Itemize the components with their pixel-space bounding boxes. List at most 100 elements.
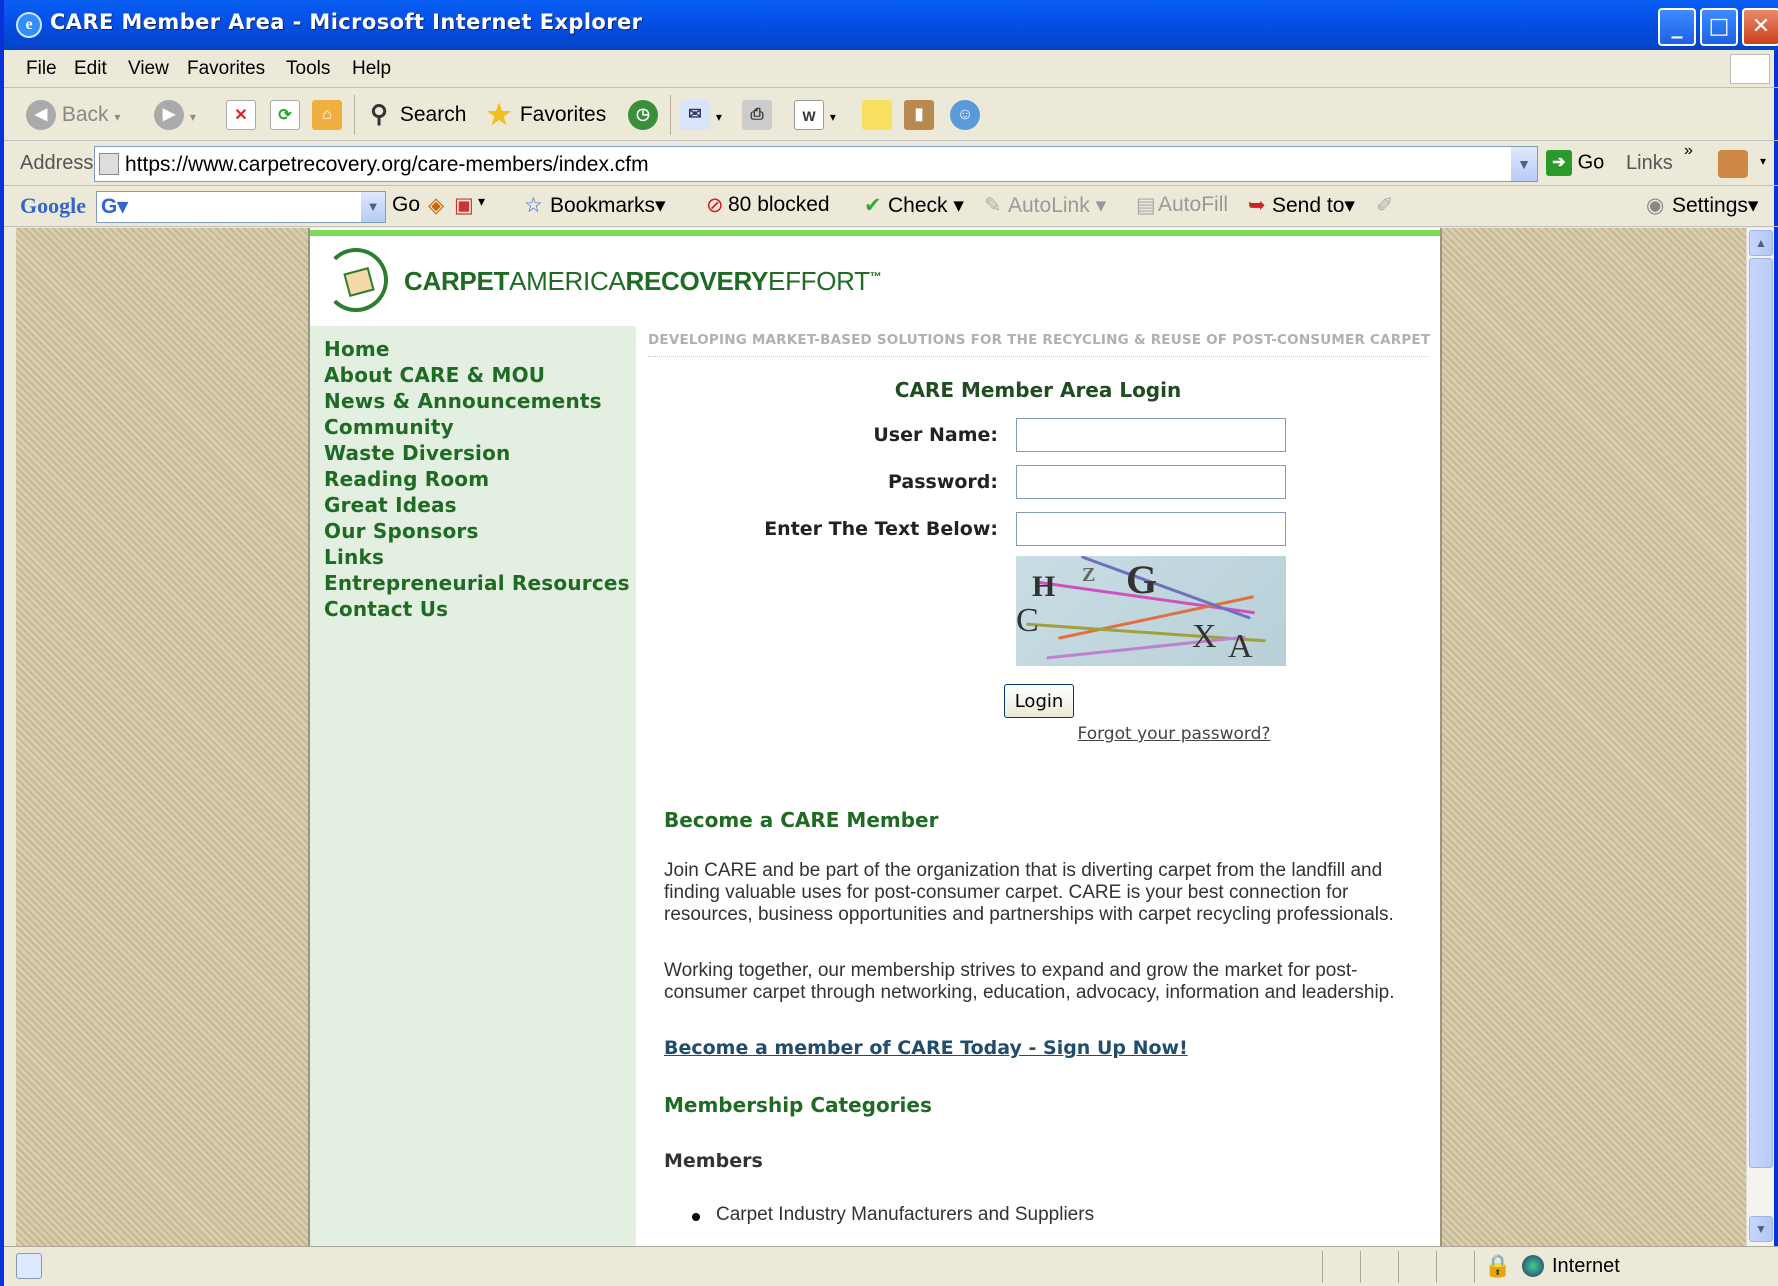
lock-icon[interactable]: 🔒 bbox=[1484, 1253, 1511, 1279]
membership-categories-heading: Membership Categories bbox=[664, 1093, 932, 1117]
address-label: Address bbox=[20, 152, 94, 174]
nav-community[interactable]: Community bbox=[324, 414, 630, 440]
captcha-label: Enter The Text Below: bbox=[764, 518, 998, 540]
print-icon: ⎙ bbox=[742, 100, 772, 131]
autofill-button[interactable]: AutoFill bbox=[1158, 193, 1228, 217]
research-button[interactable]: ▮ bbox=[904, 99, 934, 131]
close-button[interactable]: ✕ bbox=[1742, 8, 1778, 46]
page-icon bbox=[99, 153, 119, 175]
refresh-button[interactable]: ⟳ bbox=[270, 99, 300, 131]
history-icon: ◷ bbox=[628, 100, 658, 131]
nav-sponsors[interactable]: Our Sponsors bbox=[324, 518, 630, 544]
google-g-icon[interactable]: G▾ bbox=[101, 194, 128, 219]
popup-blocked-count[interactable]: 80 blocked bbox=[728, 193, 830, 217]
mail-button[interactable]: ✉ ▾ bbox=[680, 99, 722, 131]
links-label[interactable]: Links bbox=[1626, 152, 1673, 175]
research-icon: ▮ bbox=[904, 100, 934, 131]
print-button[interactable]: ⎙ bbox=[742, 99, 772, 131]
menu-edit[interactable]: Edit bbox=[74, 58, 107, 80]
home-button[interactable]: ⌂ bbox=[312, 99, 342, 131]
zone-label: Internet bbox=[1552, 1255, 1620, 1277]
site-tagline: DEVELOPING MARKET-BASED SOLUTIONS FOR TH… bbox=[648, 332, 1430, 357]
page-viewport: CARPETAMERICARECOVERYEFFORT™ Home About … bbox=[16, 228, 1746, 1246]
google-news-icon[interactable]: ◈ bbox=[428, 193, 444, 218]
captcha-input[interactable] bbox=[1016, 512, 1286, 546]
signup-link[interactable]: Become a member of CARE Today - Sign Up … bbox=[664, 1037, 1188, 1059]
menu-tools[interactable]: Tools bbox=[286, 58, 330, 80]
scroll-up-icon[interactable]: ▲ bbox=[1749, 230, 1773, 256]
search-icon: ⚲ bbox=[370, 101, 388, 129]
nav-reading-room[interactable]: Reading Room bbox=[324, 466, 630, 492]
status-bar: 🔒 Internet bbox=[4, 1246, 1778, 1286]
note-icon bbox=[862, 100, 892, 131]
search-button[interactable]: ⚲ Search bbox=[364, 99, 466, 131]
username-row: User Name: bbox=[648, 418, 1428, 452]
options-dropdown-icon[interactable]: ▾ bbox=[478, 193, 485, 210]
nav-about[interactable]: About CARE & MOU bbox=[324, 362, 630, 388]
favorites-button[interactable]: ★ Favorites bbox=[484, 99, 606, 131]
stop-button[interactable]: ✕ bbox=[226, 99, 256, 131]
chevron-icon[interactable]: » bbox=[1684, 142, 1693, 160]
page-status-icon bbox=[16, 1253, 42, 1279]
address-dropdown-icon[interactable]: ▼ bbox=[1511, 147, 1537, 181]
autolink-button[interactable]: AutoLink ▾ bbox=[1008, 193, 1106, 218]
highlight-icon[interactable]: ✐ bbox=[1376, 193, 1394, 218]
captcha-letter: H bbox=[1032, 570, 1056, 603]
sendto-button[interactable]: Send to▾ bbox=[1272, 193, 1355, 218]
vertical-scrollbar[interactable]: ▲ ▼ bbox=[1746, 228, 1774, 1246]
site-page: CARPETAMERICARECOVERYEFFORT™ Home About … bbox=[308, 228, 1442, 1246]
password-input[interactable] bbox=[1016, 465, 1286, 499]
autofill-icon: ▤ bbox=[1136, 194, 1156, 217]
forgot-password-link[interactable]: Forgot your password? bbox=[1024, 724, 1324, 744]
maximize-button[interactable]: □ bbox=[1700, 8, 1738, 46]
nav-entrepreneurial[interactable]: Entrepreneurial Resources bbox=[324, 570, 630, 596]
messenger-button[interactable]: ☺ bbox=[950, 99, 980, 131]
toolbar-extension-icon[interactable] bbox=[1718, 150, 1748, 178]
nav-links[interactable]: Links bbox=[324, 544, 630, 570]
logo-effort: EFFORT bbox=[768, 266, 870, 296]
extension-dropdown-icon[interactable]: ▾ bbox=[1760, 154, 1766, 168]
nav-news[interactable]: News & Announcements bbox=[324, 388, 630, 414]
nav-great-ideas[interactable]: Great Ideas bbox=[324, 492, 630, 518]
address-input[interactable]: https://www.carpetrecovery.org/care-memb… bbox=[94, 146, 1538, 182]
internet-globe-icon bbox=[1522, 1255, 1544, 1277]
username-input[interactable] bbox=[1016, 418, 1286, 452]
captcha-image: H Z G C X A bbox=[1016, 556, 1286, 666]
google-search-input[interactable]: G▾ ▼ bbox=[96, 191, 386, 223]
username-label: User Name: bbox=[873, 424, 998, 446]
google-dropdown-icon[interactable]: ▼ bbox=[361, 192, 385, 222]
check-label: Check bbox=[888, 194, 948, 217]
nav-waste-diversion[interactable]: Waste Diversion bbox=[324, 440, 630, 466]
back-button[interactable]: ◀ Back ▾ bbox=[26, 99, 120, 131]
check-button[interactable]: Check ▾ bbox=[888, 193, 964, 218]
care-logo[interactable]: CARPETAMERICARECOVERYEFFORT™ bbox=[324, 248, 924, 328]
spellcheck-icon: ✔ bbox=[864, 194, 882, 217]
google-toolbar: Google G▾ ▼ Go ◈ ▣ ▾ ☆ Bookmarks▾ ⊘ 80 b… bbox=[4, 187, 1778, 227]
notes-button[interactable] bbox=[862, 99, 892, 131]
green-top-bar bbox=[310, 230, 1440, 236]
go-button[interactable]: ➔ Go bbox=[1546, 150, 1604, 176]
menu-help[interactable]: Help bbox=[352, 58, 391, 80]
settings-button[interactable]: Settings▾ bbox=[1672, 193, 1758, 218]
login-button[interactable]: Login bbox=[1004, 684, 1074, 718]
nav-home[interactable]: Home bbox=[324, 336, 630, 362]
history-button[interactable]: ◷ bbox=[628, 99, 658, 131]
autolink-icon: ✎ bbox=[984, 194, 1002, 217]
favorites-label: Favorites bbox=[519, 103, 607, 126]
menu-favorites[interactable]: Favorites bbox=[187, 58, 265, 80]
nav-contact[interactable]: Contact Us bbox=[324, 596, 630, 622]
scroll-down-icon[interactable]: ▼ bbox=[1749, 1216, 1773, 1242]
menu-file[interactable]: File bbox=[26, 58, 57, 80]
google-go-button[interactable]: Go bbox=[392, 193, 420, 217]
edit-button[interactable]: W ▾ bbox=[794, 99, 836, 131]
bookmarks-star-icon: ☆ bbox=[524, 194, 543, 217]
menu-view[interactable]: View bbox=[128, 58, 169, 80]
logo-tm: ™ bbox=[869, 269, 882, 284]
forward-button[interactable]: ▶ ▾ bbox=[154, 99, 196, 131]
scroll-thumb[interactable] bbox=[1749, 258, 1773, 1168]
sidebar-nav: Home About CARE & MOU News & Announcemen… bbox=[310, 326, 636, 1246]
bookmarks-button[interactable]: Bookmarks▾ bbox=[550, 193, 666, 218]
become-member-heading: Become a CARE Member bbox=[664, 808, 939, 832]
pagerank-icon[interactable]: ▣ bbox=[454, 193, 474, 218]
minimize-button[interactable]: _ bbox=[1658, 8, 1696, 46]
